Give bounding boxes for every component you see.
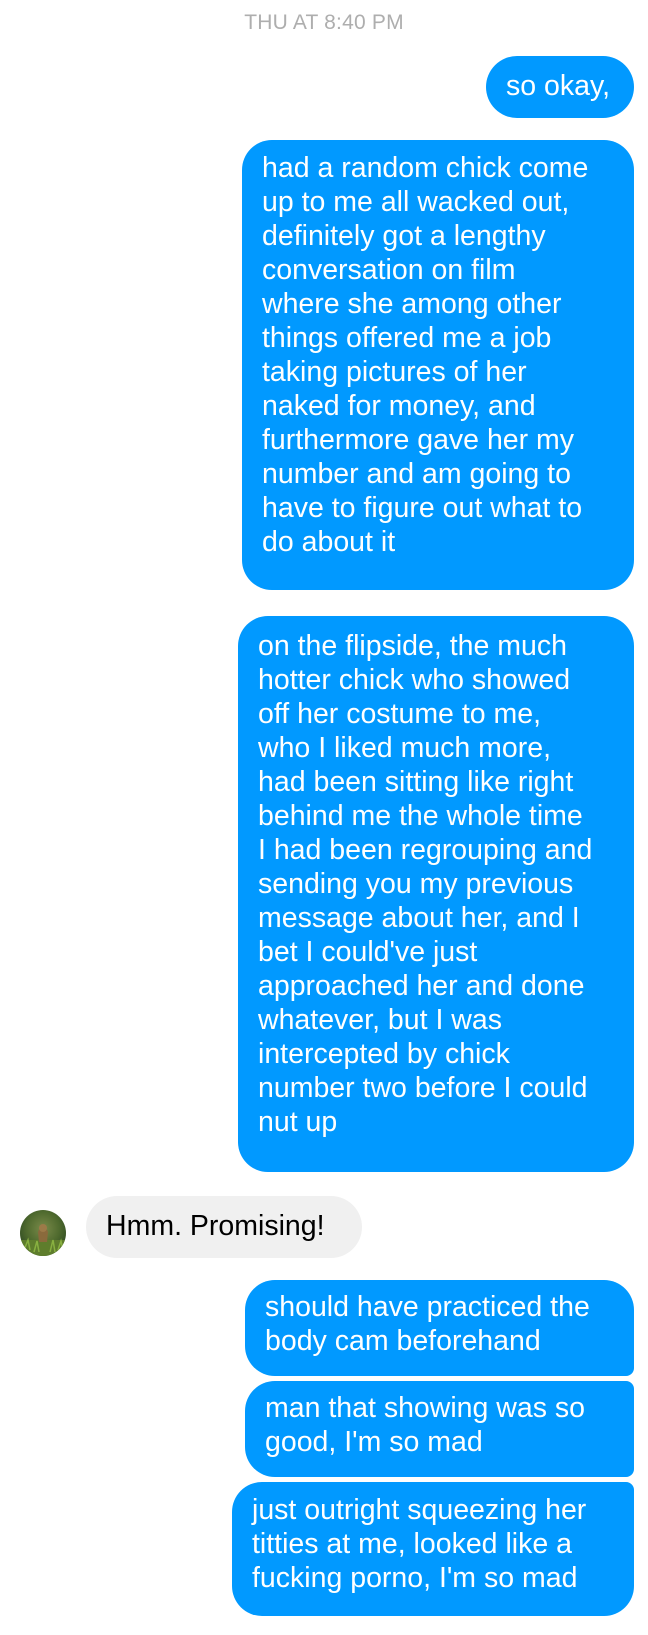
outgoing-message-bubble[interactable]: on the flipside, the much hotter chick w… (238, 616, 634, 1172)
outgoing-message-bubble[interactable]: man that showing was so good, I'm so mad (245, 1381, 634, 1477)
incoming-message-bubble[interactable]: Hmm. Promising! (86, 1196, 362, 1258)
outgoing-message-bubble[interactable]: just outright squeezing her titties at m… (232, 1482, 634, 1616)
contact-avatar-photo-icon (20, 1210, 66, 1256)
outgoing-message-bubble[interactable]: so okay, (486, 56, 634, 118)
thread-timestamp: THU AT 8:40 PM (244, 11, 404, 34)
outgoing-message-bubble[interactable]: had a random chick come up to me all wac… (242, 140, 634, 590)
outgoing-message-bubble[interactable]: should have practiced the body cam befor… (245, 1280, 634, 1376)
contact-avatar[interactable] (20, 1210, 66, 1256)
